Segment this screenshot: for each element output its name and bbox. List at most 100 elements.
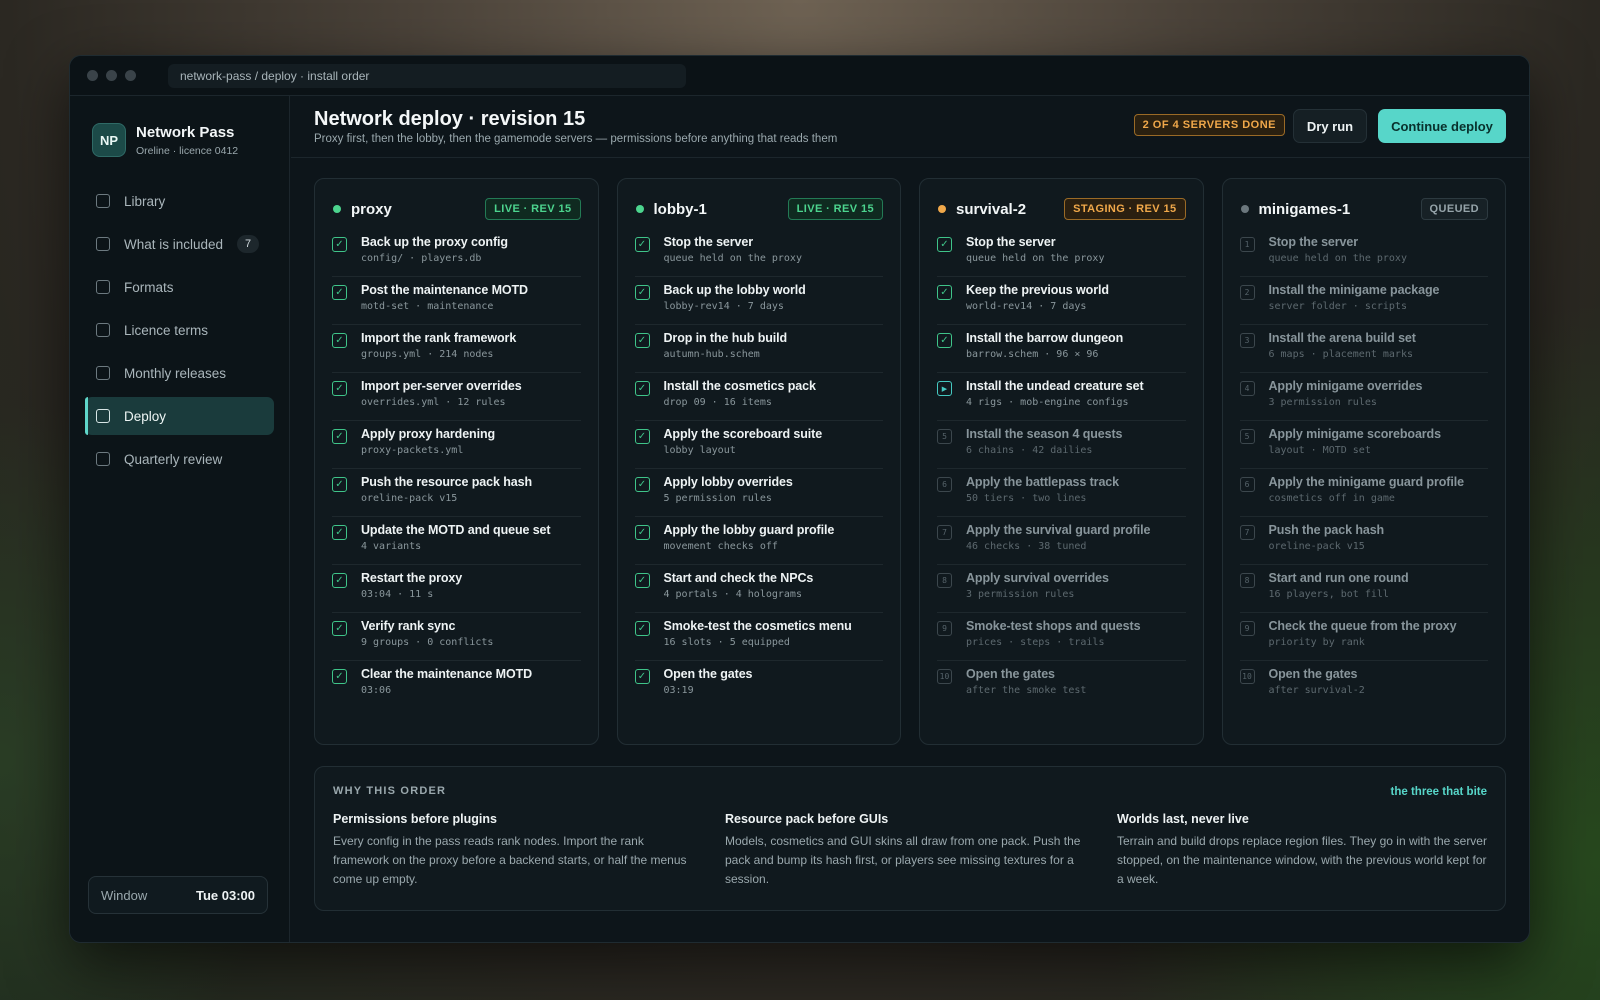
deploy-step[interactable]: 8 Start and run one round 16 players, bot … xyxy=(1239,565,1488,613)
sidebar-item-what-is-included[interactable]: What is included 7 xyxy=(85,225,274,263)
sidebar-item-formats[interactable]: Formats xyxy=(85,268,274,306)
sidebar-item-monthly-releases[interactable]: Monthly releases xyxy=(85,354,274,392)
close-window-button[interactable] xyxy=(87,70,98,81)
continue-deploy-button[interactable]: Continue deploy xyxy=(1378,109,1506,143)
deploy-step[interactable]: 8 Apply survival overrides 3 permission ru… xyxy=(937,565,1186,613)
check-icon[interactable]: ✓ xyxy=(332,285,347,300)
deploy-step[interactable]: ✓ Back up the lobby world lobby-rev14 · 7 … xyxy=(634,277,883,325)
check-icon[interactable]: ✓ xyxy=(332,381,347,396)
step-number-icon[interactable]: 8 xyxy=(937,573,952,588)
deploy-step[interactable]: ✓ Verify rank sync 9 groups · 0 conflicts xyxy=(332,613,581,661)
deploy-step[interactable]: 6 Apply the battlepass track 50 tiers · tw… xyxy=(937,469,1186,517)
deploy-step[interactable]: 6 Apply the minigame guard profile cosmeti… xyxy=(1239,469,1488,517)
check-icon[interactable]: ✓ xyxy=(634,237,650,252)
deploy-step[interactable]: ✓ Start and check the NPCs 4 portals · 4 h… xyxy=(634,565,883,613)
sidebar-item-quarterly-review[interactable]: Quarterly review xyxy=(85,440,274,478)
deploy-step[interactable]: 1 Stop the server queue held on the proxy xyxy=(1239,229,1488,277)
step-number-icon[interactable]: 3 xyxy=(1239,333,1255,348)
checkbox-icon xyxy=(96,237,110,251)
check-icon[interactable]: ✓ xyxy=(634,285,650,300)
check-icon[interactable]: ✓ xyxy=(937,237,952,252)
server-column-lobby-1: lobby-1 LIVE · REV 15 ✓ Stop the server queu… xyxy=(616,178,901,745)
deploy-step[interactable]: ✓ Drop in the hub build autumn-hub.schem xyxy=(634,325,883,373)
step-title: Open the gates xyxy=(966,667,1055,681)
check-icon[interactable]: ✓ xyxy=(332,237,347,252)
three-that-bite-link[interactable]: the three that bite xyxy=(1391,786,1487,798)
deploy-step[interactable]: 9 Check the queue from the proxy priority … xyxy=(1239,613,1488,661)
deploy-step[interactable]: 3 Install the arena build set 6 maps · pla… xyxy=(1239,325,1488,373)
deploy-step[interactable]: ✓ Keep the previous world world-rev14 · 7 … xyxy=(937,277,1186,325)
step-number-icon[interactable]: 10 xyxy=(937,669,952,684)
step-number-icon[interactable]: 7 xyxy=(1239,525,1255,540)
deploy-step[interactable]: ✓ Install the cosmetics pack drop 09 · 16 … xyxy=(634,373,883,421)
count-badge: 7 xyxy=(237,235,260,253)
check-icon[interactable]: ✓ xyxy=(634,477,650,492)
deploy-step[interactable]: ▶ Install the undead creature set 4 rigs ·… xyxy=(937,373,1186,421)
step-number-icon[interactable]: 5 xyxy=(1239,429,1255,444)
play-icon[interactable]: ▶ xyxy=(937,381,952,396)
deploy-step[interactable]: ✓ Apply lobby overrides 5 permission rules xyxy=(634,469,883,517)
deploy-step[interactable]: ✓ Apply proxy hardening proxy-packets.yml xyxy=(332,421,581,469)
server-status-badge: LIVE · REV 15 xyxy=(787,198,883,220)
deploy-step[interactable]: 7 Apply the survival guard profile 46 chec… xyxy=(937,517,1186,565)
step-number-icon[interactable]: 1 xyxy=(1239,237,1255,252)
deploy-step[interactable]: 10 Open the gates after survival-2 xyxy=(1239,661,1489,709)
check-icon[interactable]: ✓ xyxy=(937,333,952,348)
check-icon[interactable]: ✓ xyxy=(332,621,347,636)
deploy-step[interactable]: ✓ Stop the server queue held on the proxy xyxy=(634,229,883,277)
check-icon[interactable]: ✓ xyxy=(332,669,347,684)
step-number-icon[interactable]: 9 xyxy=(937,621,952,636)
check-icon[interactable]: ✓ xyxy=(937,285,952,300)
check-icon[interactable]: ✓ xyxy=(332,573,347,588)
deploy-step[interactable]: ✓ Push the resource pack hash oreline-pack… xyxy=(332,469,581,517)
deploy-step[interactable]: 10 Open the gates after the smoke test xyxy=(937,661,1186,709)
step-number-icon[interactable]: 10 xyxy=(1239,669,1255,684)
step-title: Apply proxy hardening xyxy=(361,427,496,441)
step-number-icon[interactable]: 4 xyxy=(1239,381,1255,396)
deploy-step[interactable]: ✓ Clear the maintenance MOTD 03:06 xyxy=(332,661,581,709)
check-icon[interactable]: ✓ xyxy=(634,381,650,396)
check-icon[interactable]: ✓ xyxy=(634,429,650,444)
check-icon[interactable]: ✓ xyxy=(634,573,650,588)
step-number-icon[interactable]: 9 xyxy=(1239,621,1255,636)
check-icon[interactable]: ✓ xyxy=(634,525,650,540)
deploy-step[interactable]: ✓ Import per-server overrides overrides.ym… xyxy=(332,373,581,421)
deploy-step[interactable]: ✓ Open the gates 03:19 xyxy=(634,661,884,709)
deploy-step[interactable]: 4 Apply minigame overrides 3 permission ru… xyxy=(1239,373,1488,421)
deploy-step[interactable]: ✓ Apply the lobby guard profile movement c… xyxy=(634,517,883,565)
check-icon[interactable]: ✓ xyxy=(332,333,347,348)
step-number-icon[interactable]: 6 xyxy=(937,477,952,492)
check-icon[interactable]: ✓ xyxy=(332,525,347,540)
check-icon[interactable]: ✓ xyxy=(634,669,650,684)
deploy-step[interactable]: ✓ Apply the scoreboard suite lobby layout xyxy=(634,421,883,469)
deploy-step[interactable]: ✓ Back up the proxy config config/ · playe… xyxy=(332,229,581,277)
step-number-icon[interactable]: 2 xyxy=(1239,285,1255,300)
check-icon[interactable]: ✓ xyxy=(332,429,347,444)
sidebar-item-licence-terms[interactable]: Licence terms xyxy=(85,311,274,349)
address-bar[interactable]: network-pass / deploy · install order xyxy=(168,63,686,88)
step-number-icon[interactable]: 7 xyxy=(937,525,952,540)
minimize-window-button[interactable] xyxy=(106,70,117,81)
deploy-step[interactable]: ✓ Stop the server queue held on the proxy xyxy=(937,229,1186,277)
sidebar-item-library[interactable]: Library xyxy=(85,182,274,220)
maximize-window-button[interactable] xyxy=(125,70,136,81)
deploy-step[interactable]: 5 Apply minigame scoreboards layout · MOTD… xyxy=(1239,421,1488,469)
deploy-step[interactable]: ✓ Smoke-test the cosmetics menu 16 slots ·… xyxy=(634,613,883,661)
check-icon[interactable]: ✓ xyxy=(634,333,650,348)
check-icon[interactable]: ✓ xyxy=(332,477,347,492)
deploy-step[interactable]: 9 Smoke-test shops and quests prices · ste… xyxy=(937,613,1186,661)
deploy-step[interactable]: ✓ Install the barrow dungeon barrow.schem … xyxy=(937,325,1186,373)
deploy-step[interactable]: ✓ Update the MOTD and queue set 4 variants xyxy=(332,517,581,565)
deploy-step[interactable]: ✓ Import the rank framework groups.yml · 2… xyxy=(332,325,581,373)
dry-run-button[interactable]: Dry run xyxy=(1293,109,1367,143)
deploy-step[interactable]: 7 Push the pack hash oreline-pack v15 xyxy=(1239,517,1488,565)
deploy-step[interactable]: ✓ Post the maintenance MOTD motd-set · mai… xyxy=(332,277,581,325)
deploy-step[interactable]: 5 Install the season 4 quests 6 chains · 4… xyxy=(937,421,1186,469)
sidebar-item-deploy[interactable]: Deploy xyxy=(85,397,274,435)
step-number-icon[interactable]: 6 xyxy=(1239,477,1255,492)
step-number-icon[interactable]: 8 xyxy=(1239,573,1255,588)
check-icon[interactable]: ✓ xyxy=(634,621,650,636)
deploy-step[interactable]: ✓ Restart the proxy 03:04 · 11 s xyxy=(332,565,581,613)
deploy-step[interactable]: 2 Install the minigame package server fold… xyxy=(1239,277,1488,325)
step-number-icon[interactable]: 5 xyxy=(937,429,952,444)
